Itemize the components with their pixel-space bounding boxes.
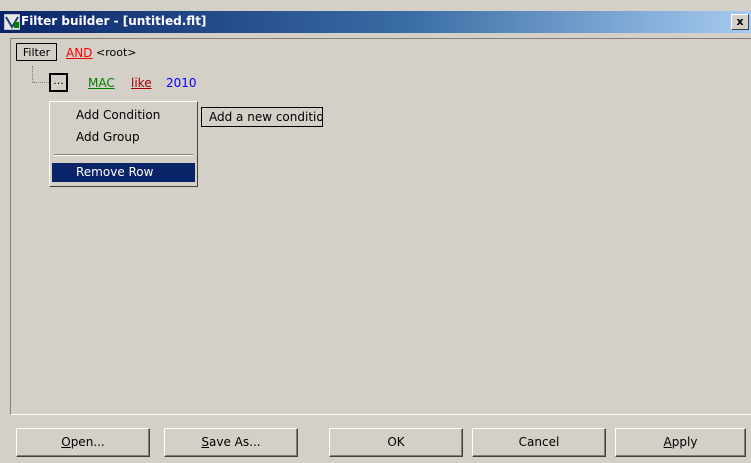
condition-value[interactable]: 2010 (166, 76, 197, 90)
open-accel: O (61, 435, 71, 449)
cancel-button[interactable]: Cancel (472, 428, 606, 457)
tree-line-vertical (32, 66, 33, 82)
menu-item-add-group[interactable]: Add Group (52, 128, 195, 147)
open-button[interactable]: Open... (16, 428, 150, 457)
apply-label: pply (671, 435, 698, 449)
menu-separator (54, 154, 193, 156)
filter-builder-window: Filter builder - [untitled.flt] x Filter… (0, 0, 751, 463)
save-as-label: ave As... (209, 435, 261, 449)
app-icon (4, 14, 20, 30)
tooltip: Add a new condition (201, 107, 323, 127)
condition-field[interactable]: MAC (88, 76, 115, 90)
filter-root-button[interactable]: Filter (16, 43, 57, 61)
tooltip-text: Add a new condition (209, 110, 323, 124)
root-label: <root> (96, 46, 137, 59)
title-bar[interactable]: Filter builder - [untitled.flt] x (0, 11, 751, 33)
row-context-menu: Add Condition Add Group Remove Row (49, 101, 198, 187)
apply-accel: A (663, 435, 672, 449)
filter-tree-area: Filter AND <root> ... MAC like 2010 Add … (10, 38, 751, 415)
save-as-button[interactable]: Save As... (164, 428, 298, 457)
condition-comparison[interactable]: like (131, 76, 152, 90)
menu-item-add-condition[interactable]: Add Condition (52, 106, 195, 125)
menu-item-remove-row[interactable]: Remove Row (52, 163, 195, 182)
close-icon: x (736, 15, 744, 28)
ok-button[interactable]: OK (329, 428, 463, 457)
window-title: Filter builder - [untitled.flt] (21, 14, 207, 28)
open-label: pen... (70, 435, 105, 449)
row-menu-button[interactable]: ... (49, 73, 68, 92)
tree-line-horizontal (33, 82, 49, 83)
save-as-accel: S (201, 435, 210, 449)
group-operator[interactable]: AND (66, 46, 92, 60)
apply-button[interactable]: Apply (615, 428, 746, 457)
close-button[interactable]: x (731, 14, 749, 30)
